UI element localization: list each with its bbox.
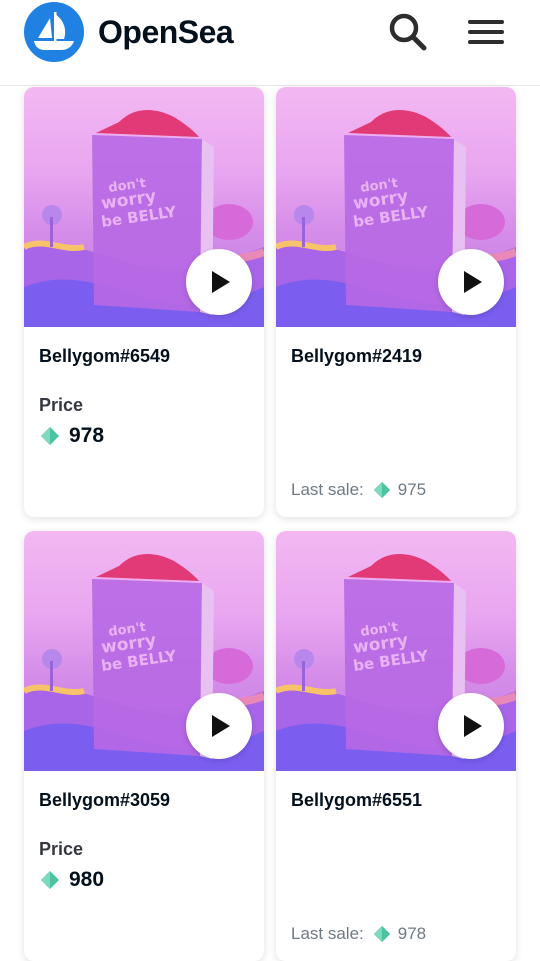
top-navbar: OpenSea (0, 0, 540, 86)
search-icon[interactable] (386, 10, 430, 54)
last-sale-value: 975 (397, 480, 427, 499)
price-label: Price (39, 839, 84, 859)
price-row: 980 (39, 867, 104, 893)
opensea-logo-icon[interactable] (24, 2, 84, 62)
nft-artwork[interactable]: don't worry be BELLY (276, 87, 516, 327)
nft-title[interactable]: Bellygom#3059 (39, 790, 170, 811)
nft-card[interactable]: don't worry be BELLY Bellygom#6551 Last … (276, 531, 516, 961)
last-sale-label: Last sale: (291, 480, 364, 499)
last-sale-row: Last sale: 975 (291, 479, 426, 501)
play-icon[interactable] (438, 249, 504, 315)
nft-card[interactable]: don't worry be BELLY Bellygom#6549 Price… (24, 87, 264, 517)
nft-title[interactable]: Bellygom#2419 (291, 346, 422, 367)
last-sale-label: Last sale: (291, 924, 364, 943)
price-row: 978 (39, 423, 104, 449)
brand-name[interactable]: OpenSea (98, 14, 234, 51)
klay-token-icon (373, 481, 390, 499)
klay-token-icon (41, 871, 59, 889)
nft-card[interactable]: don't worry be BELLY Bellygom#2419 Last … (276, 87, 516, 517)
nft-artwork[interactable]: don't worry be BELLY (24, 87, 264, 327)
nft-title[interactable]: Bellygom#6551 (291, 790, 422, 811)
price-value: 980 (69, 868, 105, 891)
nft-artwork[interactable]: don't worry be BELLY (24, 531, 264, 771)
klay-token-icon (373, 925, 390, 943)
last-sale-value: 978 (397, 924, 427, 943)
nft-card[interactable]: don't worry be BELLY Bellygom#3059 Price… (24, 531, 264, 961)
nft-artwork[interactable]: don't worry be BELLY (276, 531, 516, 771)
play-icon[interactable] (438, 693, 504, 759)
price-value: 978 (69, 424, 105, 447)
price-label: Price (39, 395, 84, 415)
hamburger-menu-icon[interactable] (462, 12, 510, 52)
play-icon[interactable] (186, 693, 252, 759)
last-sale-row: Last sale: 978 (291, 923, 426, 945)
play-icon[interactable] (186, 249, 252, 315)
nft-title[interactable]: Bellygom#6549 (39, 346, 170, 367)
klay-token-icon (41, 427, 59, 445)
